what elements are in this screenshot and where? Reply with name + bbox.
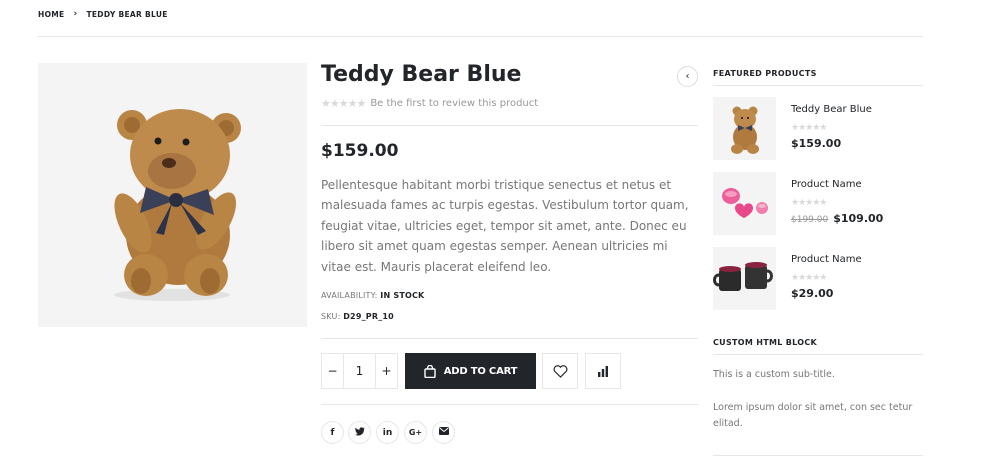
custom-block-text: Lorem ipsum dolor sit amet, con sec tetu… (713, 402, 913, 429)
google-plus-share-button[interactable]: G+ (404, 421, 427, 444)
featured-product-name[interactable]: Product Name (791, 254, 862, 265)
featured-product-price-value: $29.00 (791, 287, 834, 300)
rating-stars-icon: ★★★★★ (791, 273, 827, 283)
facebook-icon: f (330, 427, 335, 438)
twitter-icon (354, 426, 365, 439)
facebook-share-button[interactable]: f (321, 421, 344, 444)
rating-stars-icon: ★★★★★ (791, 198, 827, 208)
google-plus-icon: G+ (408, 428, 423, 437)
breadcrumb-home-link[interactable]: HOME (38, 10, 64, 19)
quantity-input[interactable]: 1 (344, 354, 375, 388)
prev-product-button[interactable]: ‹ (677, 66, 698, 87)
linkedin-share-button[interactable]: in (376, 421, 399, 444)
featured-product-name[interactable]: Product Name (791, 179, 862, 190)
add-to-cart-label: ADD TO CART (443, 365, 518, 377)
rating-row: ★★★★★ Be the first to review this produc… (321, 97, 538, 110)
availability: AVAILABILITY: IN STOCK (321, 291, 424, 300)
product-price: $159.00 (321, 141, 399, 161)
product-description: Pellentesque habitant morbi tristique se… (321, 178, 689, 274)
breadcrumb: HOME › TEDDY BEAR BLUE (38, 9, 168, 20)
availability-label: AVAILABILITY: (321, 291, 378, 300)
quantity-decrease-button[interactable]: − (322, 354, 344, 388)
divider (713, 354, 923, 355)
rating-stars-icon: ★★★★★ (321, 97, 366, 110)
featured-product-name[interactable]: Teddy Bear Blue (791, 104, 872, 115)
custom-block-subtitle: This is a custom sub-title. (713, 369, 835, 380)
custom-block-title: CUSTOM HTML BLOCK (713, 338, 818, 347)
featured-product-thumb[interactable] (713, 247, 776, 310)
featured-product-price: $199.00 $109.00 (791, 212, 883, 225)
sku-value: D29_PR_10 (343, 312, 394, 321)
product-title: Teddy Bear Blue (321, 62, 522, 87)
rating-stars-icon: ★★★★★ (791, 123, 827, 133)
email-share-button[interactable] (432, 421, 455, 444)
featured-product-thumb[interactable] (713, 172, 776, 235)
featured-product-price-value: $159.00 (791, 137, 842, 150)
shopping-bag-icon (424, 364, 436, 378)
linkedin-icon: in (382, 427, 393, 438)
divider (321, 338, 698, 339)
review-link[interactable]: Be the first to review this product (370, 98, 538, 109)
compare-button[interactable] (585, 353, 621, 389)
featured-product-thumb[interactable] (713, 97, 776, 160)
bar-chart-icon (598, 366, 608, 377)
quantity-stepper: − 1 + (321, 353, 398, 389)
breadcrumb-current: TEDDY BEAR BLUE (86, 10, 168, 19)
featured-product-price: $29.00 (791, 287, 833, 300)
divider (713, 455, 923, 456)
divider (321, 125, 698, 126)
sku: SKU: D29_PR_10 (321, 312, 394, 321)
add-to-cart-button[interactable]: ADD TO CART (405, 353, 536, 389)
sku-label: SKU: (321, 312, 341, 321)
chevron-right-icon: › (73, 9, 78, 19)
chevron-left-icon: ‹ (685, 71, 690, 82)
divider (321, 404, 698, 405)
featured-product-price-value: $109.00 (833, 212, 884, 225)
featured-product-price: $159.00 (791, 137, 841, 150)
product-thumbnail (722, 188, 768, 218)
availability-value: IN STOCK (380, 291, 425, 300)
email-icon (438, 427, 449, 438)
featured-products-title: FEATURED PRODUCTS (713, 69, 817, 78)
heart-icon (553, 364, 567, 378)
teddy-bear-image (114, 109, 241, 301)
featured-product-old-price: $199.00 (791, 215, 829, 225)
twitter-share-button[interactable] (348, 421, 371, 444)
divider (38, 36, 923, 37)
mugs-thumbnail (713, 262, 773, 291)
product-image[interactable] (38, 63, 307, 327)
quantity-increase-button[interactable]: + (375, 354, 397, 388)
teddy-bear-thumbnail (731, 106, 759, 154)
divider (713, 85, 923, 86)
wishlist-button[interactable] (542, 353, 578, 389)
